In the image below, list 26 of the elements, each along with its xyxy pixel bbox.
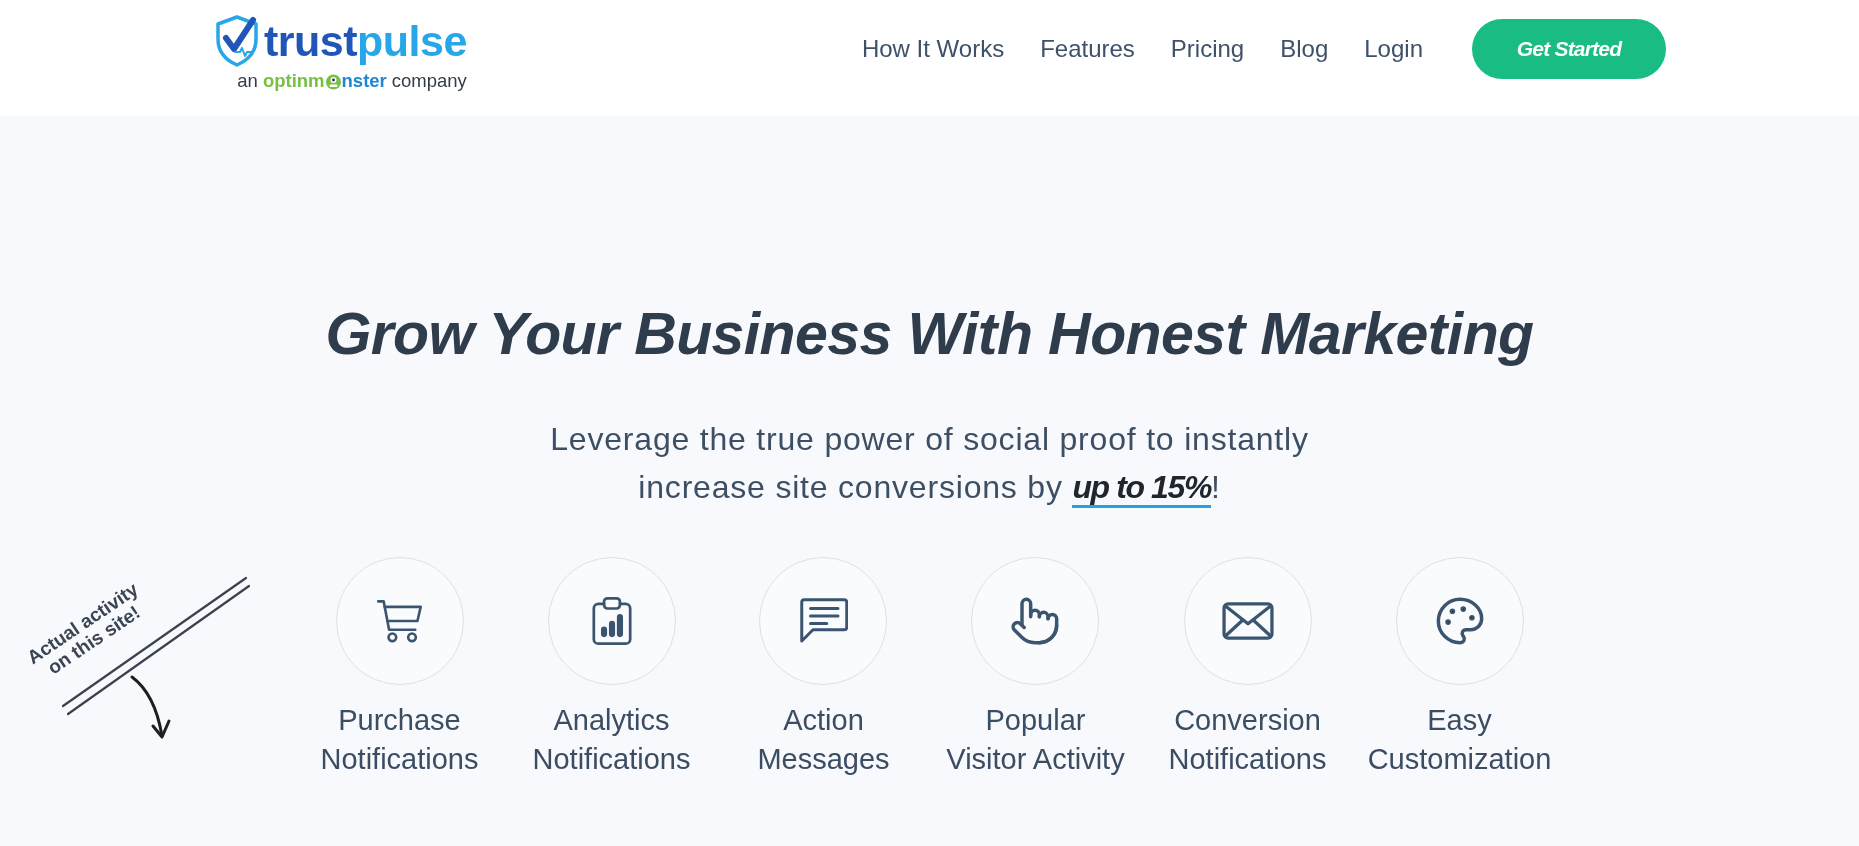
envelope-icon [1221, 601, 1274, 641]
clipboard-chart-icon [589, 596, 634, 646]
partner-name-text: nster [341, 70, 387, 92]
feature-label: Easy Customization [1367, 703, 1552, 777]
nav-link[interactable]: Blog [1280, 34, 1329, 64]
feature-label: Analytics Notifications [532, 703, 691, 777]
nav-link[interactable]: Features [1040, 34, 1135, 64]
nav-link[interactable]: Login [1364, 34, 1423, 64]
nav-link[interactable]: How It Works [861, 34, 1005, 64]
logo-wordmark: trustpulse [264, 16, 467, 66]
tagline-text: an [237, 70, 258, 92]
curved-arrow-icon [128, 674, 172, 740]
feature-label: Purchase Notifications [320, 703, 479, 777]
tagline-text: company [391, 70, 467, 92]
logo-link[interactable]: trustpulse an optinm nster company [213, 14, 467, 92]
shield-check-icon [213, 14, 261, 68]
partner-name-text: optinm [262, 70, 325, 92]
feature-label: Action Messages [757, 703, 890, 777]
hero-subtitle: Leverage the true power of social proof to instantly increase site conversions by up to 15%! [550, 415, 1309, 511]
shopping-cart-icon [375, 598, 424, 644]
feature-label: Popular Visitor Activity [946, 703, 1125, 777]
feature-label: Conversion Notifications [1168, 703, 1327, 777]
nav-link[interactable]: Pricing [1170, 34, 1245, 64]
monster-face-icon [324, 72, 342, 90]
speech-bubble-icon [798, 597, 849, 645]
hero-heading: Grow Your Business With Honest Marketing [325, 300, 1534, 369]
